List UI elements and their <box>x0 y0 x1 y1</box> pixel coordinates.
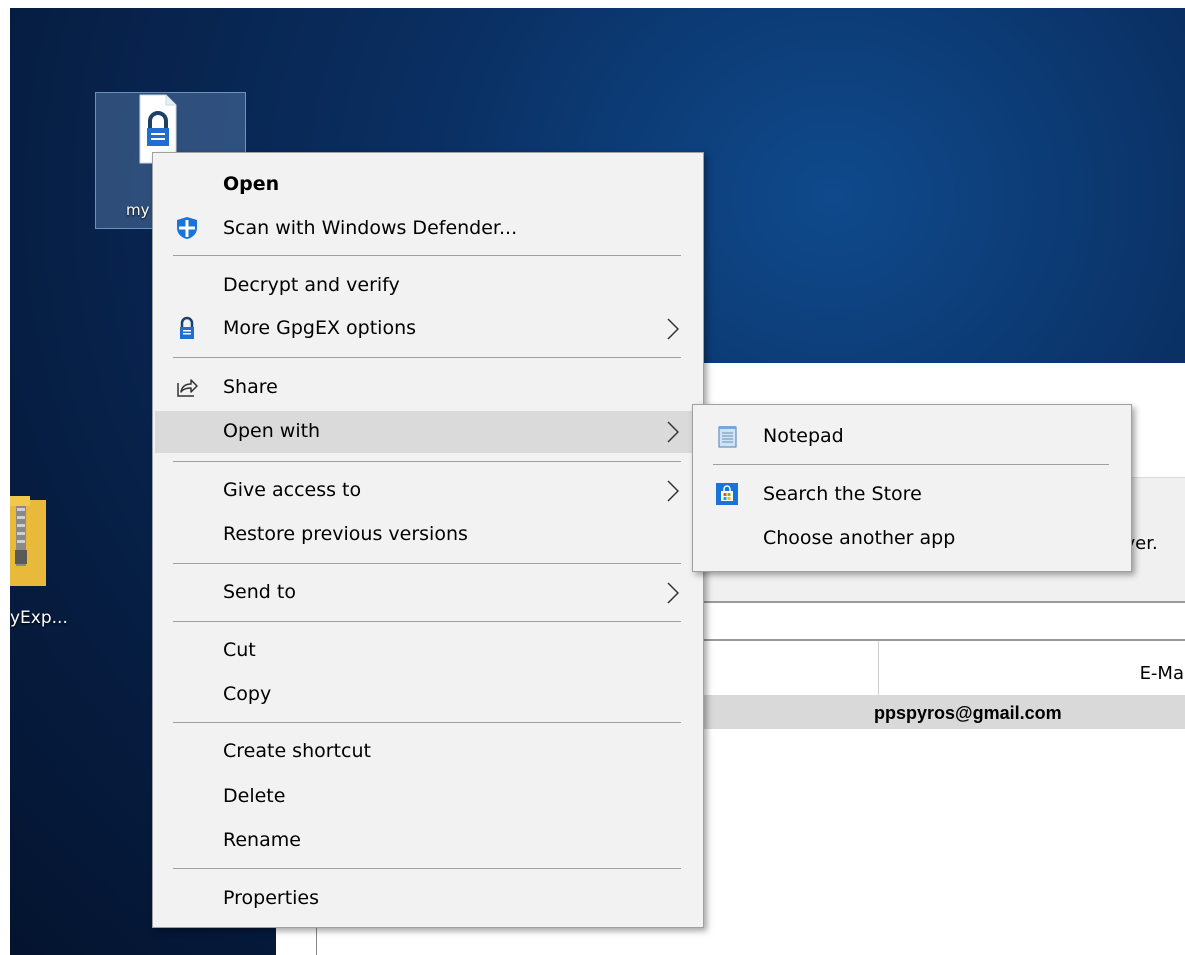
menu-item-label: Restore previous versions <box>223 523 468 545</box>
menu-item-properties[interactable]: Properties <box>155 878 701 918</box>
zip-folder-icon[interactable] <box>10 496 46 588</box>
menu-item-scan-defender[interactable]: Scan with Windows Defender... <box>155 208 701 248</box>
menu-separator <box>173 357 681 358</box>
context-menu: Open Scan with Windows Defender... Decry… <box>152 152 704 928</box>
menu-item-decrypt-verify[interactable]: Decrypt and verify <box>155 265 701 305</box>
share-icon <box>177 379 198 397</box>
menu-item-label: More GpgEX options <box>223 317 417 339</box>
submenu-item-label: Notepad <box>763 425 844 447</box>
menu-item-label: Decrypt and verify <box>223 274 400 296</box>
email-cell: ppspyros@gmail.com <box>874 703 1062 723</box>
column-divider[interactable] <box>878 641 879 695</box>
menu-item-label: Give access to <box>223 479 362 501</box>
menu-item-rename[interactable]: Rename <box>155 820 701 860</box>
submenu-item-label: Choose another app <box>763 527 956 549</box>
open-with-submenu: Notepad Search the Store Choose another … <box>692 404 1132 572</box>
submenu-item-choose-app[interactable]: Choose another app <box>695 518 1129 558</box>
chevron-right-icon <box>667 480 679 502</box>
chevron-right-icon <box>667 318 679 340</box>
menu-item-create-shortcut[interactable]: Create shortcut <box>155 731 701 771</box>
menu-item-label: Open with <box>223 420 321 442</box>
menu-item-label: Delete <box>223 785 286 807</box>
menu-item-copy[interactable]: Copy <box>155 674 701 714</box>
submenu-item-notepad[interactable]: Notepad <box>695 416 1129 456</box>
store-icon <box>716 483 738 505</box>
chevron-right-icon <box>667 421 679 443</box>
menu-separator <box>173 563 681 564</box>
menu-separator <box>173 868 681 869</box>
menu-item-label: Share <box>223 376 278 398</box>
menu-item-delete[interactable]: Delete <box>155 776 701 816</box>
menu-item-label: Copy <box>223 683 272 705</box>
submenu-item-label: Search the Store <box>763 483 922 505</box>
menu-item-label: Send to <box>223 581 296 603</box>
menu-separator <box>173 722 681 723</box>
menu-item-label: Rename <box>223 829 301 851</box>
menu-item-share[interactable]: Share <box>155 367 701 407</box>
zip-icon-label: yExp... <box>10 608 68 628</box>
menu-item-send-to[interactable]: Send to <box>155 572 701 612</box>
menu-separator <box>173 621 681 622</box>
menu-item-restore-versions[interactable]: Restore previous versions <box>155 514 701 554</box>
menu-item-label: Properties <box>223 887 320 909</box>
menu-item-give-access[interactable]: Give access to <box>155 470 701 510</box>
menu-separator <box>173 461 681 462</box>
file-icon-label: my <box>126 201 150 219</box>
email-column-header[interactable]: E-Mai <box>1140 663 1185 684</box>
menu-separator <box>173 255 681 256</box>
submenu-item-search-store[interactable]: Search the Store <box>695 474 1129 514</box>
defender-shield-icon <box>177 217 197 239</box>
menu-item-open[interactable]: Open <box>155 164 701 204</box>
menu-item-label: Open <box>223 173 280 195</box>
menu-item-gpgex-options[interactable]: More GpgEX options <box>155 308 701 348</box>
chevron-right-icon <box>667 582 679 604</box>
menu-item-label: Scan with Windows Defender... <box>223 217 518 239</box>
notepad-icon <box>718 426 737 448</box>
menu-item-open-with[interactable]: Open with <box>155 411 701 453</box>
menu-item-label: Cut <box>223 639 256 661</box>
menu-item-label: Create shortcut <box>223 740 371 762</box>
gpg-lock-icon <box>180 316 194 339</box>
menu-separator <box>713 464 1109 465</box>
menu-item-cut[interactable]: Cut <box>155 630 701 670</box>
